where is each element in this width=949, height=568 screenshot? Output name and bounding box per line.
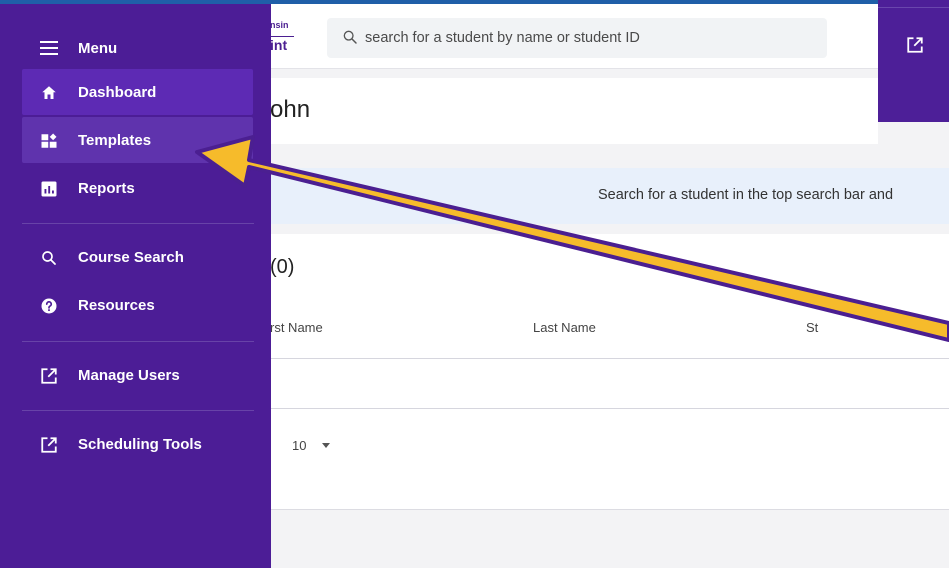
sidebar-item-label: Manage Users — [78, 367, 180, 384]
help-icon — [41, 298, 57, 314]
caret-down-icon — [322, 443, 330, 448]
search-icon — [343, 30, 357, 44]
sidebar-item-course-search[interactable]: Course Search — [22, 234, 253, 280]
dashboard-icon — [41, 133, 57, 148]
open-in-new-icon — [41, 368, 57, 384]
student-count-title: (0) — [270, 256, 295, 278]
open-in-new-icon — [41, 437, 57, 453]
student-search[interactable] — [327, 18, 827, 58]
page-title-band — [271, 78, 878, 144]
sidebar-divider — [22, 341, 254, 342]
table-header-divider — [271, 358, 949, 359]
sidebar-item-templates[interactable]: Templates — [22, 117, 253, 163]
sidebar-item-scheduling-tools[interactable]: Scheduling Tools — [22, 421, 253, 467]
sidebar-item-reports[interactable]: Reports — [22, 165, 253, 211]
column-header-third[interactable]: St — [806, 320, 818, 335]
column-header-first-name[interactable]: rst Name — [270, 320, 323, 335]
search-input[interactable] — [365, 18, 815, 58]
external-link-panel — [878, 0, 949, 122]
open-in-new-icon[interactable] — [906, 36, 924, 54]
menu-label: Menu — [78, 40, 118, 57]
sidebar-item-resources[interactable]: Resources — [22, 282, 253, 328]
students-card — [271, 234, 949, 510]
rows-per-page-select[interactable]: 10 — [292, 438, 342, 458]
sidebar-item-label: Templates — [78, 132, 152, 149]
sidebar-divider — [22, 410, 254, 411]
bar-chart-icon — [41, 181, 57, 197]
info-banner-text: Search for a student in the top search b… — [598, 187, 894, 203]
sidebar-item-dashboard[interactable]: Dashboard — [22, 69, 253, 115]
page-title: ohn — [270, 96, 311, 123]
column-header-last-name[interactable]: Last Name — [533, 320, 596, 335]
menu-icon[interactable] — [40, 41, 58, 55]
rows-per-page-value: 10 — [292, 438, 307, 453]
sidebar-item-label: Reports — [78, 180, 135, 197]
sidebar-item-manage-users[interactable]: Manage Users — [22, 352, 253, 398]
home-icon — [42, 86, 56, 99]
table-footer-divider — [271, 408, 949, 409]
sidebar: Menu Dashboard Templates Reports Course … — [0, 4, 271, 568]
sidebar-item-label: Scheduling Tools — [78, 436, 202, 453]
sidebar-divider — [22, 223, 254, 224]
search-icon — [42, 251, 56, 265]
logo-text-bottom: int — [270, 36, 294, 53]
sidebar-item-label: Resources — [78, 297, 155, 314]
sidebar-item-label: Course Search — [78, 249, 184, 266]
divider — [878, 7, 949, 8]
sidebar-item-label: Dashboard — [78, 84, 157, 101]
logo-text-top: nsin — [270, 20, 289, 30]
